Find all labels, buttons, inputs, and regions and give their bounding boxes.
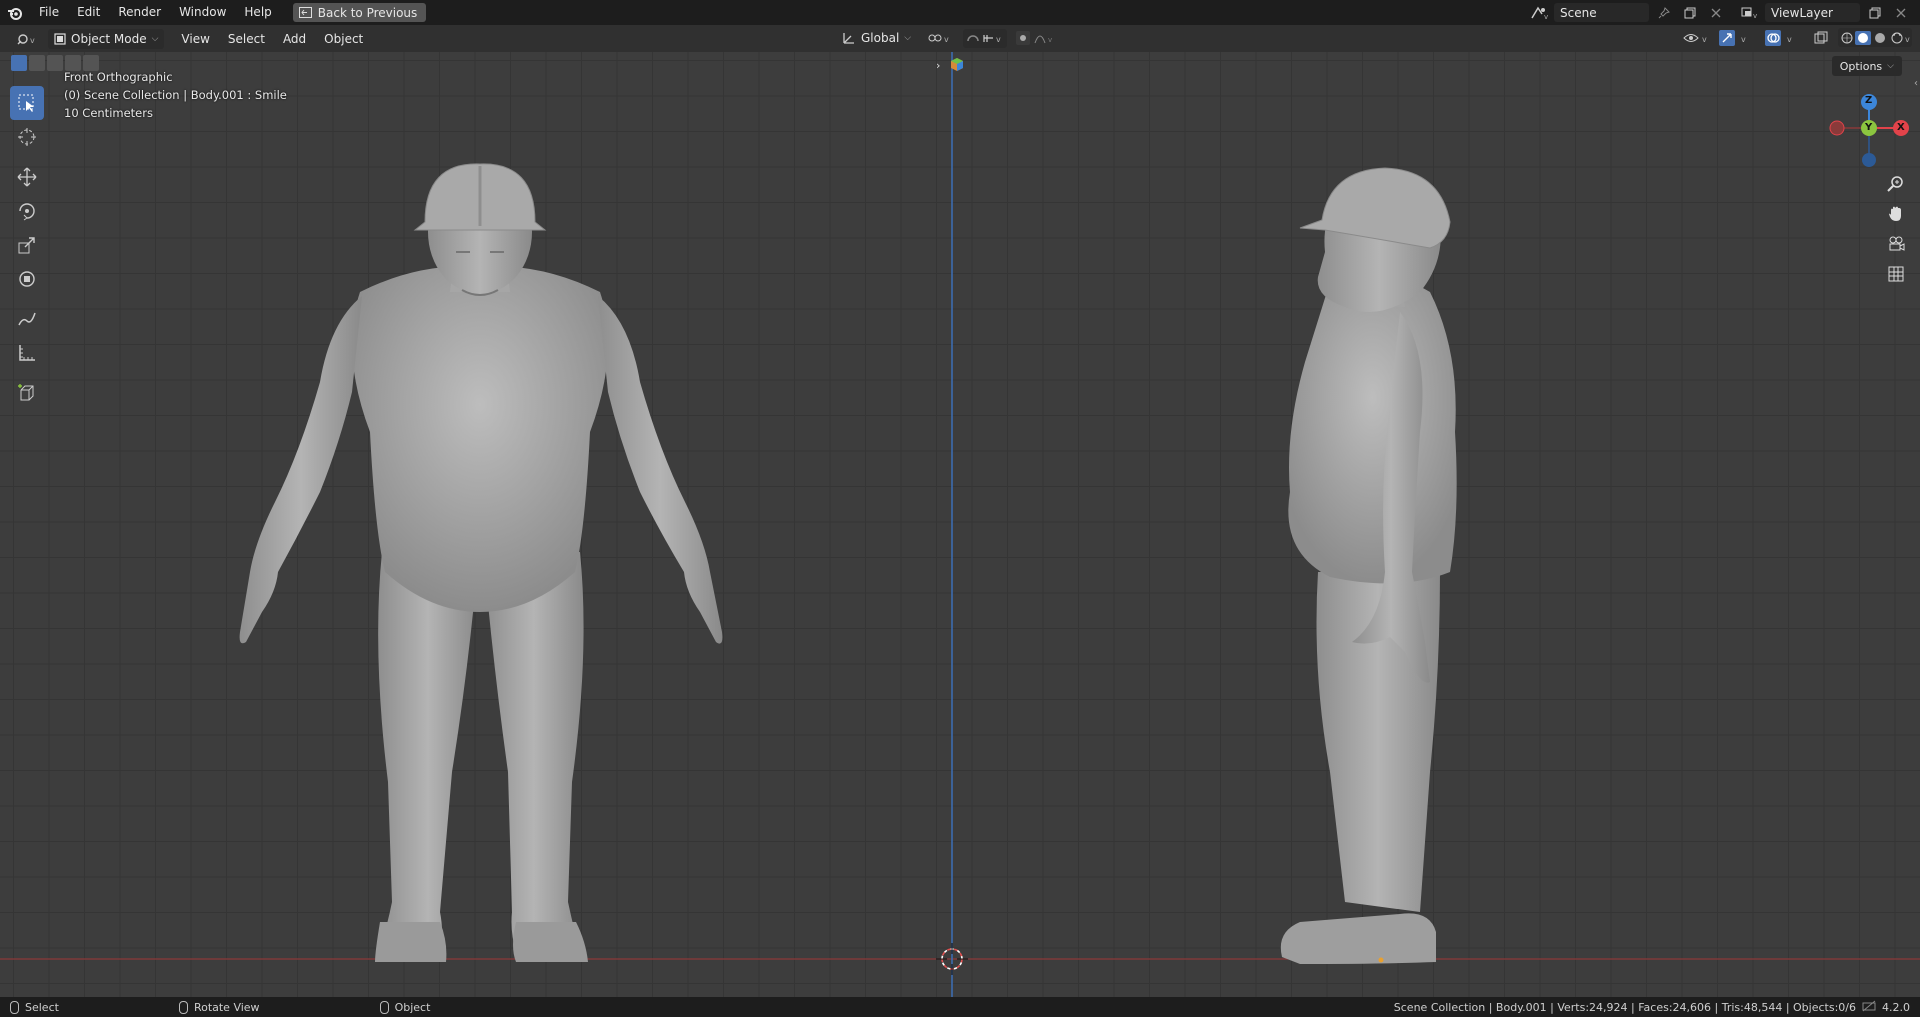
svg-text:v: v <box>944 35 949 44</box>
measure-tool-icon[interactable] <box>10 336 44 370</box>
sidebar-toggle-icon[interactable]: ‹ <box>1914 78 1918 89</box>
svg-text:v: v <box>996 35 1001 44</box>
shading-modes-icon[interactable]: v <box>1838 28 1912 47</box>
view-layer-selector-icon[interactable]: v <box>1739 3 1761 22</box>
back-to-previous-label: Back to Previous <box>317 5 418 20</box>
options-dropdown[interactable]: Options ⌵ <box>1831 56 1902 76</box>
editor-type-icon[interactable]: v <box>12 29 42 48</box>
blender-version: 4.2.0 <box>1882 1000 1910 1014</box>
visibility-icon[interactable]: v <box>1682 28 1712 47</box>
view-layer-name: ViewLayer <box>1771 5 1833 20</box>
xray-toggle-icon[interactable] <box>1810 28 1832 47</box>
proportional-editing-icon[interactable]: v <box>1015 29 1055 48</box>
scene-canvas: › <box>0 52 1920 997</box>
chevron-down-icon: ⌵ <box>904 33 912 43</box>
menu-edit[interactable]: Edit <box>68 0 109 25</box>
svg-text:v: v <box>1905 35 1910 44</box>
add-cube-tool-icon[interactable] <box>10 376 44 410</box>
gizmo-y-label[interactable]: Y <box>1865 122 1872 133</box>
svg-text:v: v <box>1702 35 1707 44</box>
orientation-icon <box>843 33 854 44</box>
status-hint-rotate: Rotate View <box>178 1000 260 1014</box>
gizmo-z-label[interactable]: Z <box>1865 95 1872 106</box>
view-name: Front Orthographic <box>64 70 173 84</box>
status-hint-select: Select <box>10 1000 59 1014</box>
menu-select[interactable]: Select <box>219 32 274 46</box>
scale-tool-icon[interactable] <box>10 228 44 262</box>
options-label: Options <box>1839 59 1883 73</box>
zoom-icon[interactable] <box>1884 172 1908 196</box>
menu-file[interactable]: File <box>30 0 68 25</box>
overlays-toggle-icon[interactable]: v <box>1764 28 1804 47</box>
delete-view-layer-icon[interactable] <box>1890 3 1912 22</box>
new-scene-icon[interactable] <box>1679 3 1701 22</box>
svg-text:v: v <box>1048 36 1052 44</box>
menu-help[interactable]: Help <box>235 0 280 25</box>
svg-text:v: v <box>1753 12 1757 20</box>
back-icon <box>298 7 312 18</box>
svg-text:›: › <box>936 59 940 72</box>
mouse-left-icon <box>10 1000 19 1014</box>
scene-name: Scene <box>1560 5 1597 20</box>
mouse-right-icon <box>379 1000 389 1014</box>
status-hint-object: Object <box>379 1000 431 1014</box>
transform-tool-icon[interactable] <box>10 262 44 296</box>
snap-toggle-icon[interactable]: v <box>963 28 1008 48</box>
svg-text:v: v <box>1787 35 1792 44</box>
mouse-middle-icon <box>178 1000 188 1014</box>
status-hint-rotate-label: Rotate View <box>193 1000 260 1014</box>
scene-selector-icon[interactable]: v <box>1528 3 1550 22</box>
select-box-tool-icon[interactable] <box>10 86 44 120</box>
orientation-label: Global <box>861 31 900 45</box>
gizmo-toggle-icon[interactable]: v <box>1718 28 1758 47</box>
rotate-tool-icon[interactable] <box>10 194 44 228</box>
move-tool-icon[interactable] <box>10 160 44 194</box>
pin-icon[interactable] <box>1653 3 1675 22</box>
scene-name-field[interactable]: Scene <box>1554 3 1649 22</box>
gizmo-x-label[interactable]: X <box>1897 122 1905 133</box>
tool-shelf <box>10 86 45 410</box>
new-view-layer-icon[interactable] <box>1864 3 1886 22</box>
character-side-view <box>1280 167 1457 964</box>
chevron-down-icon: ⌵ <box>151 33 159 44</box>
object-mode-dropdown[interactable]: Object Mode ⌵ <box>48 28 165 49</box>
annotate-tool-icon[interactable] <box>10 302 44 336</box>
viewport-header: v Object Mode ⌵ View Select Add Object G… <box>0 25 1920 52</box>
menu-object[interactable]: Object <box>315 32 372 46</box>
collection-info: (0) Scene Collection | Body.001 : Smile <box>64 88 287 102</box>
status-bar: Select Rotate View Object Scene Collecti… <box>0 997 1920 1017</box>
pan-hand-icon[interactable] <box>1884 202 1908 226</box>
network-off-icon <box>1862 1000 1876 1015</box>
menu-view[interactable]: View <box>172 32 218 46</box>
svg-text:v: v <box>1544 13 1548 20</box>
grid-scale: 10 Centimeters <box>64 106 153 120</box>
scene-statistics: Scene Collection | Body.001 | Verts:24,9… <box>1393 1000 1856 1014</box>
menu-add[interactable]: Add <box>274 32 315 46</box>
perspective-toggle-icon[interactable] <box>1884 262 1908 286</box>
delete-scene-icon[interactable] <box>1705 3 1727 22</box>
cursor-tool-icon[interactable] <box>10 120 44 154</box>
svg-text:v: v <box>1741 35 1746 44</box>
3d-viewport[interactable]: › Z Y X Front Orthographic (0) Scene Col… <box>0 52 1920 997</box>
status-hint-select-label: Select <box>25 1000 59 1014</box>
object-mode-icon <box>54 32 66 45</box>
blender-logo-icon[interactable] <box>0 0 30 25</box>
status-hint-object-label: Object <box>394 1000 431 1014</box>
top-bar: File Edit Render Window Help Back to Pre… <box>0 0 1920 25</box>
pivot-point-icon[interactable]: v <box>925 29 955 48</box>
origin-dot <box>1378 957 1384 963</box>
transform-orientation-dropdown[interactable]: Global ⌵ <box>836 28 917 48</box>
svg-text:v: v <box>30 36 35 45</box>
chevron-down-icon: ⌵ <box>1887 61 1894 71</box>
menu-window[interactable]: Window <box>170 0 235 25</box>
back-to-previous-button[interactable]: Back to Previous <box>292 3 427 22</box>
camera-view-icon[interactable] <box>1884 232 1908 256</box>
view-layer-field[interactable]: ViewLayer <box>1765 3 1860 22</box>
object-mode-label: Object Mode <box>71 31 147 46</box>
navigation-buttons <box>1884 172 1908 286</box>
character-front-view <box>239 163 723 962</box>
menu-render[interactable]: Render <box>109 0 170 25</box>
